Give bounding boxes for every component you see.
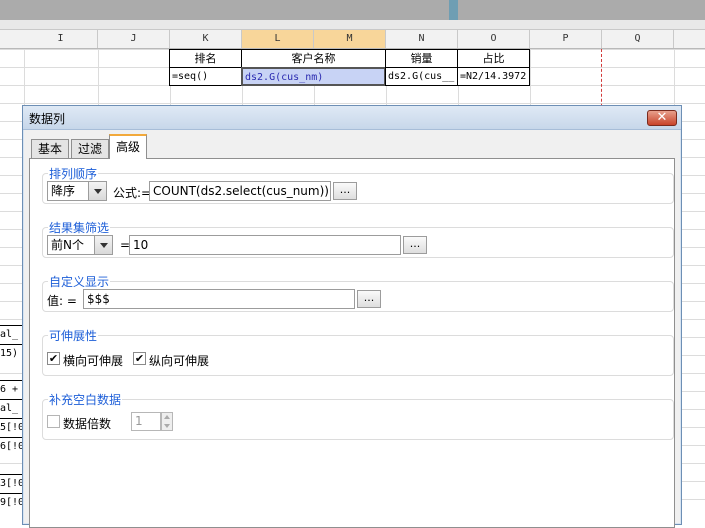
tab-advanced[interactable]: 高级 [109,134,148,159]
top-bar-accent [449,0,458,20]
close-icon: ✕ [656,110,668,125]
data-multiple-input[interactable]: 1 [131,412,161,431]
column-header-q[interactable]: Q [602,30,674,48]
cell-header-customer[interactable]: 客户名称 [241,49,386,68]
tab-basic[interactable]: 基本 [31,139,70,159]
left-cell-fragment[interactable]: 15) [0,344,24,362]
checkmark-icon: ✔ [134,352,145,365]
column-header-j[interactable]: J [98,30,170,48]
column-header-row: I J K L M N O P Q [0,30,705,49]
cell-customer-formula[interactable]: ds2.G(cus_nm) [241,67,386,86]
filter-mode-select[interactable]: 前N个 [47,235,113,255]
checkmark-icon: ✔ [48,352,59,365]
left-cell-fragment[interactable]: al_ [0,399,24,417]
close-button[interactable]: ✕ [647,110,677,126]
horizontal-expand-label: 横向可伸展 [63,354,124,368]
data-multiple-checkbox[interactable] [47,415,60,428]
column-header-k[interactable]: K [170,30,242,48]
column-header-l[interactable]: L [242,30,314,48]
left-cell-fragment[interactable]: 6[!0 [0,437,24,455]
sort-formula-input[interactable]: COUNT(ds2.select(cus_num)) [149,181,331,201]
left-cell-fragment[interactable]: 6 + [0,380,24,398]
group-title-fill: 补充空白数据 [48,391,123,408]
column-header-n[interactable]: N [386,30,458,48]
vertical-expand-label: 纵向可伸展 [149,354,210,368]
sort-order-select[interactable]: 降序 [47,181,107,201]
dialog-title: 数据列 [29,112,66,126]
filter-value-edit-button[interactable]: ... [403,236,427,254]
sort-order-value: 降序 [51,184,76,198]
cell-rank-formula[interactable]: =seq() [169,67,242,86]
data-multiple-label: 数据倍数 [63,417,112,431]
custom-value-label: 值: = [47,294,77,308]
left-cell-fragment[interactable]: 9[!0 [0,493,24,511]
sort-formula-edit-button[interactable]: ... [333,182,357,200]
custom-value-edit-button[interactable]: ... [357,290,381,308]
cell-ratio-formula[interactable]: =N2/14.3972 [457,67,530,86]
toolbar-strip [0,20,705,30]
dialog-titlebar[interactable]: 数据列 ✕ [23,106,681,130]
cell-header-ratio[interactable]: 占比 [457,49,530,68]
tab-filter[interactable]: 过滤 [71,139,110,159]
custom-value-input[interactable]: $$$ [83,289,355,309]
column-header-p[interactable]: P [530,30,602,48]
column-header-o[interactable]: O [458,30,530,48]
vertical-expand-checkbox[interactable]: ✔ [133,352,146,365]
data-column-dialog: 数据列 ✕ 基本 过滤 高级 排列顺序 降序 公式:= COUNT(ds2.se… [22,105,682,528]
left-cell-fragment[interactable]: 3[!0 [0,474,24,492]
tab-content-panel: 排列顺序 降序 公式:= COUNT(ds2.select(cus_num)) … [29,158,675,528]
left-cell-fragment[interactable]: 5[!0 [0,418,24,436]
spinner-arrows-icon[interactable] [161,412,173,431]
left-cell-fragment[interactable]: al_ [0,325,24,343]
group-title-expand: 可伸展性 [48,327,99,344]
group-title-sort: 排列顺序 [48,165,99,182]
group-title-custom: 自定义显示 [48,273,111,290]
column-header-i[interactable]: I [24,30,98,48]
group-title-filter: 结果集筛选 [48,219,111,236]
horizontal-expand-checkbox[interactable]: ✔ [47,352,60,365]
filter-value-input[interactable]: 10 [129,235,401,255]
cell-header-rank[interactable]: 排名 [169,49,242,68]
top-bar [0,0,705,20]
cell-sales-formula[interactable]: ds2.G(cus__ [385,67,458,86]
chevron-down-icon[interactable] [88,182,106,200]
column-header-m[interactable]: M [314,30,386,48]
chevron-down-icon[interactable] [94,236,112,254]
cell-header-sales[interactable]: 销量 [385,49,458,68]
formula-label: 公式:= [113,186,152,200]
filter-mode-value: 前N个 [51,238,84,252]
